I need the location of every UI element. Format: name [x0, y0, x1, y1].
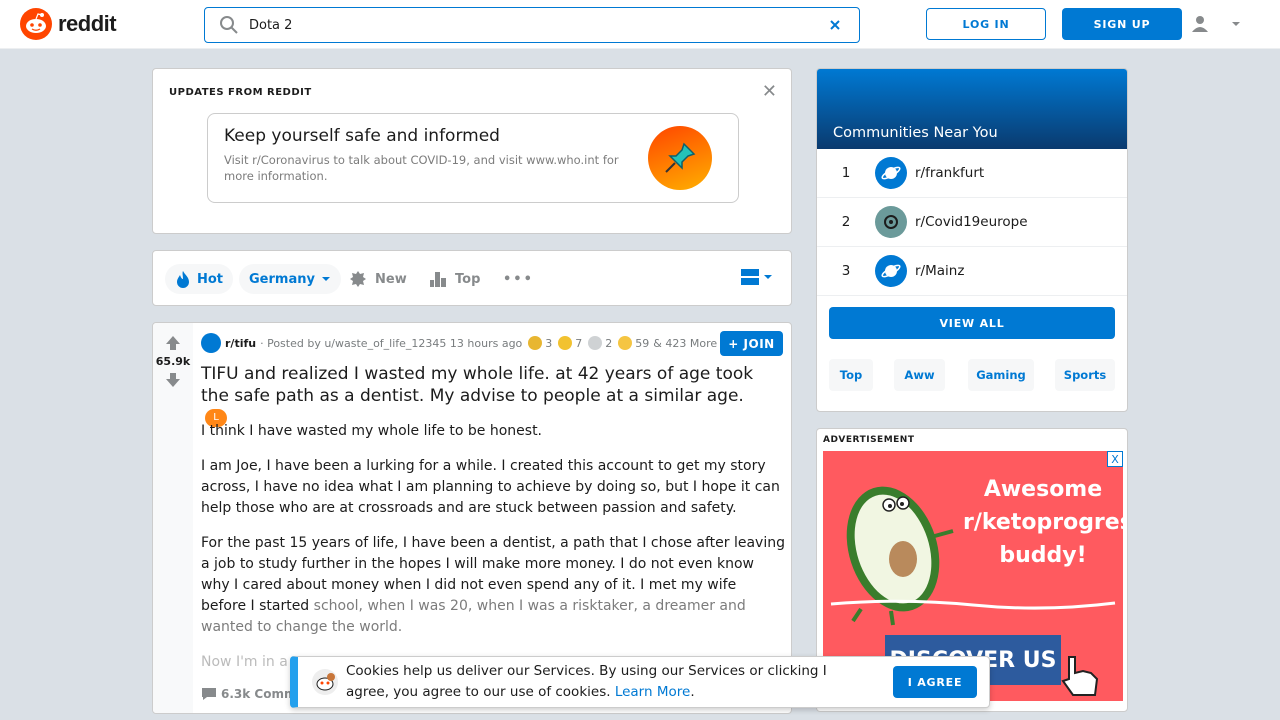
cookie-banner: Cookies help us deliver our Services. By… — [290, 656, 990, 708]
post-meta: r/tifu · Posted by u/waste_of_life_12345… — [201, 333, 717, 353]
planet-icon — [875, 255, 907, 287]
search-query[interactable]: Dota 2 — [249, 18, 829, 33]
community-rank: 3 — [841, 263, 851, 279]
sort-bar: Hot Germany New Top ••• — [152, 250, 792, 306]
more-options-button[interactable]: ••• — [503, 264, 534, 294]
updates-card: UPDATES FROM REDDIT ✕ Keep yourself safe… — [152, 68, 792, 234]
vote-score: 65.9k — [155, 355, 191, 368]
award-icon — [528, 336, 543, 350]
community-name: r/Mainz — [915, 263, 965, 279]
sort-hot-label: Hot — [197, 271, 224, 287]
top-header: reddit Dota 2 LOG IN SIGN UP — [0, 0, 1280, 49]
cookie-message: Cookies help us deliver our Services. By… — [346, 661, 866, 703]
reddit-wordmark: reddit — [58, 11, 117, 36]
clear-search-icon[interactable] — [829, 19, 841, 31]
chip-gaming[interactable]: Gaming — [968, 359, 1034, 391]
ad-label: ADVERTISEMENT — [823, 435, 915, 445]
virus-icon — [875, 206, 907, 238]
award-count: 2 — [605, 336, 613, 350]
search-input[interactable]: Dota 2 — [204, 7, 860, 43]
sort-new-button[interactable]: New — [349, 264, 407, 294]
community-row[interactable]: 1 r/frankfurt — [817, 149, 1127, 198]
award[interactable]: 3 — [528, 336, 552, 350]
covid-info-box[interactable]: Keep yourself safe and informed Visit r/… — [207, 113, 739, 203]
hand-cursor-icon — [1061, 656, 1099, 696]
downvote-icon[interactable] — [165, 372, 181, 388]
reddit-snoo-icon — [20, 8, 52, 40]
post-title-text: TIFU and realized I wasted my whole life… — [201, 364, 754, 406]
communities-near-you-widget: Communities Near You 1 r/frankfurt 2 r/C… — [816, 68, 1128, 412]
ad-close-icon[interactable]: X — [1107, 451, 1123, 467]
community-row[interactable]: 2 r/Covid19europe — [817, 198, 1127, 247]
location-filter-dropdown[interactable]: Germany — [239, 264, 341, 294]
i-agree-button[interactable]: I AGREE — [893, 666, 977, 698]
post-paragraph: I am Joe, I have been a lurking for a wh… — [201, 458, 780, 516]
user-dropdown[interactable] — [1190, 12, 1242, 36]
award-count: 7 — [575, 336, 583, 350]
sort-top-label: Top — [455, 271, 481, 287]
cookie-text-suffix: . — [690, 684, 695, 700]
info-headline: Keep yourself safe and informed — [224, 126, 500, 146]
pushpin-icon — [648, 126, 712, 190]
chip-top[interactable]: Top — [829, 359, 873, 391]
award-count: 59 — [635, 336, 650, 350]
award[interactable]: 2 — [588, 336, 612, 350]
award[interactable]: 7 — [558, 336, 582, 350]
info-body: Visit r/Coronavirus to talk about COVID-… — [224, 153, 619, 183]
chip-sports[interactable]: Sports — [1055, 359, 1115, 391]
search-icon — [220, 16, 238, 34]
close-icon[interactable]: ✕ — [762, 81, 777, 102]
join-button[interactable]: + JOIN — [720, 331, 783, 356]
posted-by[interactable]: · Posted by u/waste_of_life_12345 13 hou… — [260, 337, 522, 350]
location-label: Germany — [249, 271, 315, 287]
comment-icon — [202, 688, 216, 700]
user-icon — [1192, 16, 1208, 32]
post-paragraph: I think I have wasted my whole life to b… — [201, 423, 543, 439]
subreddit-icon[interactable] — [201, 333, 221, 353]
award-icon — [558, 336, 573, 350]
planet-icon — [875, 157, 907, 189]
awards-more[interactable]: & 423 More — [653, 337, 717, 350]
bar-chart-icon — [430, 272, 446, 287]
post-paragraph: For the past 15 years of life, I have be… — [201, 533, 785, 638]
chip-aww[interactable]: Aww — [894, 359, 945, 391]
subreddit-link[interactable]: r/tifu — [225, 337, 256, 350]
flame-icon — [177, 271, 189, 288]
sort-top-button[interactable]: Top — [429, 264, 480, 294]
view-all-button[interactable]: VIEW ALL — [829, 307, 1115, 339]
learn-more-link[interactable]: Learn More — [615, 684, 691, 700]
community-name: r/frankfurt — [915, 165, 985, 181]
sort-hot-button[interactable]: Hot — [165, 264, 234, 294]
sort-new-label: New — [375, 271, 407, 287]
view-layout-toggle[interactable] — [741, 269, 773, 285]
post-title[interactable]: TIFU and realized I wasted my whole life… — [201, 363, 771, 429]
ad-headline: Awesome r/ketoprogress buddy! — [963, 477, 1123, 568]
new-badge-icon — [350, 271, 366, 287]
caret-down-icon — [764, 275, 772, 279]
award-count: 3 — [545, 336, 553, 350]
community-rank: 1 — [841, 165, 851, 181]
signup-button[interactable]: SIGN UP — [1062, 8, 1182, 40]
card-view-icon — [741, 269, 759, 285]
updates-title: UPDATES FROM REDDIT — [169, 87, 312, 98]
cookie-snoo-icon — [312, 669, 338, 695]
post-body: I think I have wasted my whole life to b… — [201, 421, 785, 687]
chevron-down-icon — [1232, 22, 1240, 26]
caret-down-icon — [321, 277, 330, 281]
vote-column: 65.9k — [153, 323, 193, 713]
reddit-logo[interactable]: reddit — [20, 8, 117, 40]
cookie-text: Cookies help us deliver our Services. By… — [346, 663, 827, 700]
ad-divider — [830, 599, 1116, 610]
community-name: r/Covid19europe — [915, 214, 1028, 230]
community-rank: 2 — [841, 214, 851, 230]
award[interactable]: 59 — [618, 336, 649, 350]
login-button[interactable]: LOG IN — [926, 8, 1046, 40]
communities-title: Communities Near You — [833, 125, 998, 141]
communities-banner: Communities Near You — [817, 69, 1127, 149]
community-row[interactable]: 3 r/Mainz — [817, 247, 1127, 296]
award-icon — [618, 336, 633, 350]
upvote-icon[interactable] — [165, 335, 181, 351]
award-icon — [588, 336, 603, 350]
